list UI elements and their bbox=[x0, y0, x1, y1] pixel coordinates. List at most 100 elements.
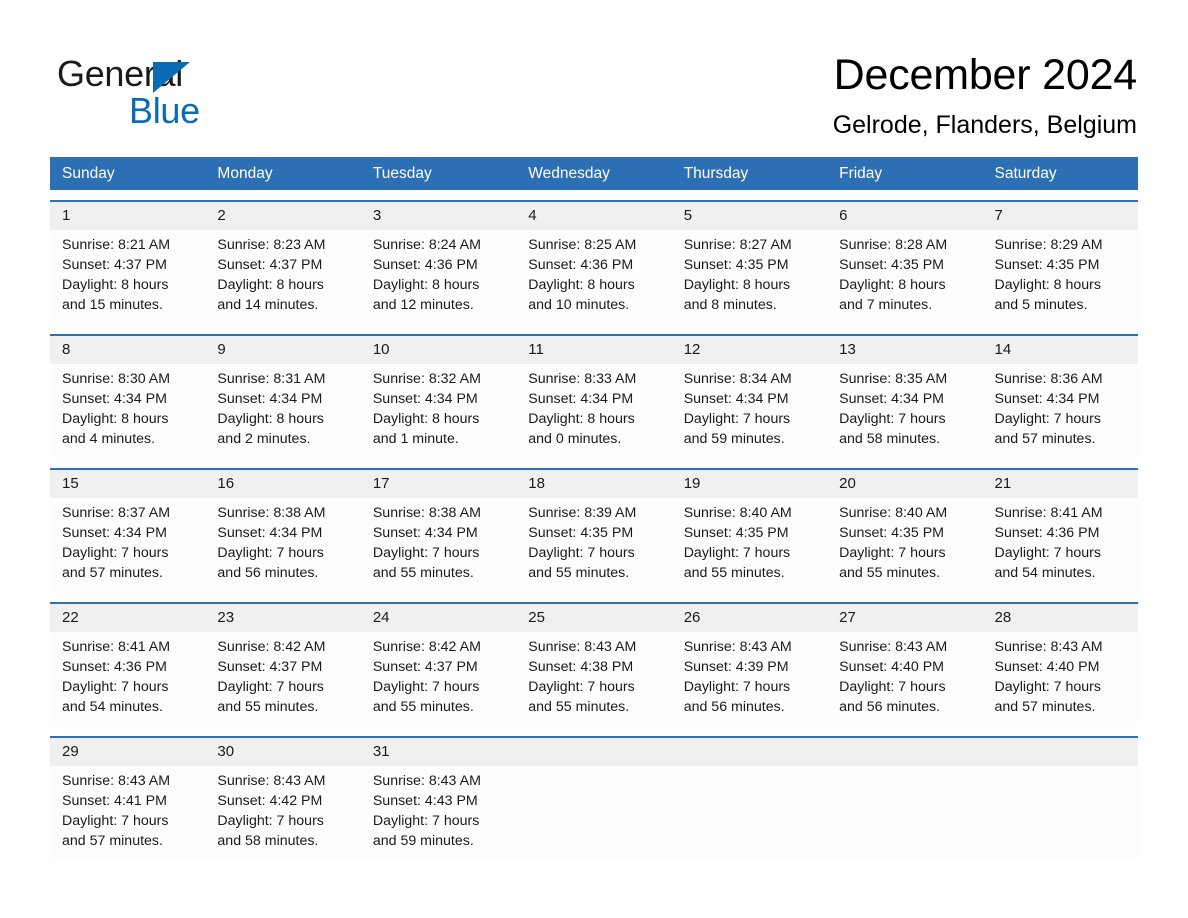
day-number[interactable]: 11 bbox=[516, 336, 671, 364]
day-number[interactable]: 10 bbox=[361, 336, 516, 364]
day-cell[interactable]: Sunrise: 8:43 AM Sunset: 4:40 PM Dayligh… bbox=[827, 632, 982, 726]
day-cell[interactable]: Sunrise: 8:29 AM Sunset: 4:35 PM Dayligh… bbox=[983, 230, 1138, 324]
day-number[interactable]: 13 bbox=[827, 336, 982, 364]
day-number[interactable]: 17 bbox=[361, 470, 516, 498]
day-number[interactable]: 18 bbox=[516, 470, 671, 498]
logo-text-blue: Blue bbox=[129, 90, 200, 131]
day-number[interactable]: 19 bbox=[672, 470, 827, 498]
daylight-text-line2: and 57 minutes. bbox=[994, 431, 1096, 447]
day-number[interactable]: 9 bbox=[205, 336, 360, 364]
day-cell[interactable]: Sunrise: 8:43 AM Sunset: 4:42 PM Dayligh… bbox=[205, 766, 360, 860]
day-cell[interactable]: Sunrise: 8:32 AM Sunset: 4:34 PM Dayligh… bbox=[361, 364, 516, 458]
day-cell[interactable]: Sunrise: 8:23 AM Sunset: 4:37 PM Dayligh… bbox=[205, 230, 360, 324]
day-number[interactable]: 16 bbox=[205, 470, 360, 498]
sunrise-text: Sunrise: 8:38 AM bbox=[372, 505, 481, 521]
day-cell[interactable]: Sunrise: 8:40 AM Sunset: 4:35 PM Dayligh… bbox=[827, 498, 982, 592]
day-number-band: 1 2 3 4 5 6 7 bbox=[50, 202, 1138, 230]
day-cell[interactable]: Sunrise: 8:34 AM Sunset: 4:34 PM Dayligh… bbox=[672, 364, 827, 458]
sunrise-text: Sunrise: 8:43 AM bbox=[528, 639, 637, 655]
day-cell[interactable]: Sunrise: 8:33 AM Sunset: 4:34 PM Dayligh… bbox=[516, 364, 671, 458]
day-cell[interactable]: Sunrise: 8:38 AM Sunset: 4:34 PM Dayligh… bbox=[205, 498, 360, 592]
day-number[interactable]: 3 bbox=[361, 202, 516, 230]
sunset-text: Sunset: 4:37 PM bbox=[372, 659, 478, 675]
day-number[interactable]: 25 bbox=[516, 604, 671, 632]
day-number[interactable]: 29 bbox=[50, 738, 205, 766]
day-number[interactable]: 15 bbox=[50, 470, 205, 498]
location-subtitle: Gelrode, Flanders, Belgium bbox=[832, 111, 1137, 139]
day-cell[interactable]: Sunrise: 8:37 AM Sunset: 4:34 PM Dayligh… bbox=[50, 498, 205, 592]
week-row: 29 30 31 Sunrise: 8:43 AM Sunset: 4:41 P… bbox=[50, 736, 1138, 860]
sunrise-text: Sunrise: 8:39 AM bbox=[528, 505, 637, 521]
day-cell[interactable]: Sunrise: 8:42 AM Sunset: 4:37 PM Dayligh… bbox=[361, 632, 516, 726]
day-cell[interactable]: Sunrise: 8:36 AM Sunset: 4:34 PM Dayligh… bbox=[983, 364, 1138, 458]
generalblue-logo[interactable]: General Blue bbox=[57, 52, 287, 132]
sunset-text: Sunset: 4:38 PM bbox=[528, 659, 634, 675]
sunrise-text: Sunrise: 8:24 AM bbox=[372, 237, 481, 253]
day-cell[interactable]: Sunrise: 8:41 AM Sunset: 4:36 PM Dayligh… bbox=[50, 632, 205, 726]
sunset-text: Sunset: 4:34 PM bbox=[217, 391, 323, 407]
day-number[interactable]: 2 bbox=[205, 202, 360, 230]
day-cell[interactable]: Sunrise: 8:31 AM Sunset: 4:34 PM Dayligh… bbox=[205, 364, 360, 458]
day-number[interactable]: 22 bbox=[50, 604, 205, 632]
day-number-band: 22 23 24 25 26 27 28 bbox=[50, 604, 1138, 632]
day-cell[interactable]: Sunrise: 8:28 AM Sunset: 4:35 PM Dayligh… bbox=[827, 230, 982, 324]
day-cell[interactable]: Sunrise: 8:41 AM Sunset: 4:36 PM Dayligh… bbox=[983, 498, 1138, 592]
sunrise-text: Sunrise: 8:28 AM bbox=[839, 237, 948, 253]
day-number[interactable]: 1 bbox=[50, 202, 205, 230]
day-cell[interactable]: Sunrise: 8:39 AM Sunset: 4:35 PM Dayligh… bbox=[516, 498, 671, 592]
day-number[interactable]: 7 bbox=[983, 202, 1138, 230]
daylight-text-line1: Daylight: 8 hours bbox=[62, 411, 169, 427]
day-cell[interactable]: Sunrise: 8:43 AM Sunset: 4:40 PM Dayligh… bbox=[983, 632, 1138, 726]
day-cell[interactable]: Sunrise: 8:35 AM Sunset: 4:34 PM Dayligh… bbox=[827, 364, 982, 458]
sunset-text: Sunset: 4:34 PM bbox=[62, 391, 167, 407]
weekday-friday: Friday bbox=[839, 165, 883, 182]
day-number[interactable]: 21 bbox=[983, 470, 1138, 498]
day-number[interactable]: 20 bbox=[827, 470, 982, 498]
day-cell[interactable]: Sunrise: 8:25 AM Sunset: 4:36 PM Dayligh… bbox=[516, 230, 671, 324]
day-cell[interactable]: Sunrise: 8:42 AM Sunset: 4:37 PM Dayligh… bbox=[205, 632, 360, 726]
sunset-text: Sunset: 4:37 PM bbox=[217, 659, 323, 675]
day-number[interactable]: 23 bbox=[205, 604, 360, 632]
day-number[interactable]: 26 bbox=[672, 604, 827, 632]
weekday-wednesday: Wednesday bbox=[528, 165, 610, 182]
day-number[interactable]: 31 bbox=[361, 738, 516, 766]
day-number[interactable]: 14 bbox=[983, 336, 1138, 364]
sunset-text: Sunset: 4:40 PM bbox=[994, 659, 1100, 675]
daylight-text-line2: and 56 minutes. bbox=[839, 699, 941, 715]
day-cell[interactable]: Sunrise: 8:40 AM Sunset: 4:35 PM Dayligh… bbox=[672, 498, 827, 592]
day-cell[interactable]: Sunrise: 8:43 AM Sunset: 4:43 PM Dayligh… bbox=[361, 766, 516, 860]
sunset-text: Sunset: 4:34 PM bbox=[217, 525, 323, 541]
day-number[interactable]: 28 bbox=[983, 604, 1138, 632]
day-number[interactable]: 5 bbox=[672, 202, 827, 230]
sunset-text: Sunset: 4:35 PM bbox=[839, 525, 944, 541]
day-cell[interactable]: Sunrise: 8:38 AM Sunset: 4:34 PM Dayligh… bbox=[361, 498, 516, 592]
day-cell[interactable]: Sunrise: 8:43 AM Sunset: 4:38 PM Dayligh… bbox=[516, 632, 671, 726]
sunrise-text: Sunrise: 8:32 AM bbox=[372, 371, 481, 387]
sunrise-text: Sunrise: 8:31 AM bbox=[217, 371, 326, 387]
daylight-text-line1: Daylight: 7 hours bbox=[217, 813, 324, 829]
daylight-text-line1: Daylight: 7 hours bbox=[683, 411, 791, 427]
day-number[interactable]: 30 bbox=[205, 738, 360, 766]
day-cell[interactable]: Sunrise: 8:27 AM Sunset: 4:35 PM Dayligh… bbox=[672, 230, 827, 324]
sunrise-text: Sunrise: 8:43 AM bbox=[217, 773, 326, 789]
weekday-sunday: Sunday bbox=[62, 165, 115, 182]
week-row: 1 2 3 4 5 6 7 Sunrise: 8:21 AM Sunset: 4… bbox=[50, 200, 1138, 324]
daylight-text-line1: Daylight: 7 hours bbox=[217, 545, 324, 561]
day-number[interactable]: 24 bbox=[361, 604, 516, 632]
day-cell[interactable]: Sunrise: 8:24 AM Sunset: 4:36 PM Dayligh… bbox=[361, 230, 516, 324]
day-cell[interactable]: Sunrise: 8:21 AM Sunset: 4:37 PM Dayligh… bbox=[50, 230, 205, 324]
day-number-empty bbox=[516, 738, 671, 766]
day-cell[interactable]: Sunrise: 8:30 AM Sunset: 4:34 PM Dayligh… bbox=[50, 364, 205, 458]
day-number[interactable]: 6 bbox=[827, 202, 982, 230]
sunset-text: Sunset: 4:35 PM bbox=[528, 525, 634, 541]
day-cell[interactable]: Sunrise: 8:43 AM Sunset: 4:39 PM Dayligh… bbox=[672, 632, 827, 726]
day-info-band: Sunrise: 8:43 AM Sunset: 4:41 PM Dayligh… bbox=[50, 766, 1138, 860]
day-number[interactable]: 4 bbox=[516, 202, 671, 230]
day-number[interactable]: 12 bbox=[672, 336, 827, 364]
daylight-text-line1: Daylight: 7 hours bbox=[994, 411, 1101, 427]
day-cell[interactable]: Sunrise: 8:43 AM Sunset: 4:41 PM Dayligh… bbox=[50, 766, 205, 860]
day-number[interactable]: 27 bbox=[827, 604, 982, 632]
daylight-text-line2: and 14 minutes. bbox=[217, 297, 319, 313]
daylight-text-line2: and 1 minute. bbox=[372, 431, 459, 447]
day-number[interactable]: 8 bbox=[50, 336, 205, 364]
